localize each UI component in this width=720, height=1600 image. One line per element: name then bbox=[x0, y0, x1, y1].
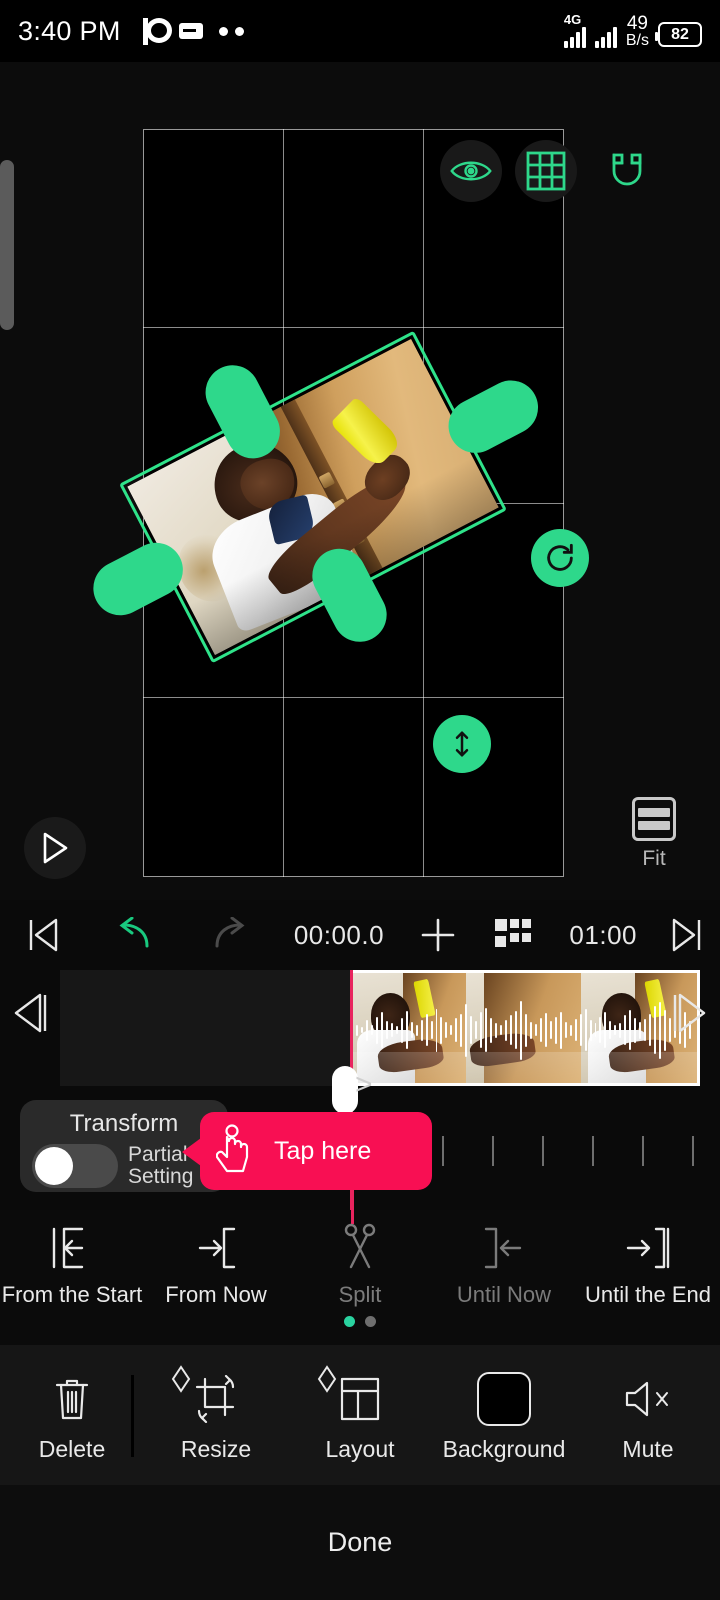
audio-waveform bbox=[350, 999, 697, 1061]
video-preview-area[interactable]: Fit bbox=[0, 62, 720, 900]
layout-button[interactable]: Layout bbox=[288, 1364, 432, 1463]
status-time: 3:40 PM bbox=[18, 15, 121, 46]
split-button[interactable]: Split bbox=[288, 1222, 432, 1308]
magnet-icon[interactable] bbox=[596, 140, 658, 202]
redo-button[interactable] bbox=[182, 917, 278, 953]
done-bar[interactable]: Done bbox=[0, 1485, 720, 1600]
page-indicator bbox=[0, 1316, 720, 1327]
transform-title: Transform bbox=[69, 1110, 179, 1137]
mute-button[interactable]: Mute bbox=[576, 1368, 720, 1463]
grid-view-button[interactable] bbox=[475, 919, 554, 951]
page-dot-2 bbox=[365, 1316, 376, 1327]
crop-rotate-icon bbox=[144, 1364, 288, 1430]
resize-button[interactable]: Resize bbox=[144, 1364, 288, 1463]
timeline-prev-button[interactable] bbox=[6, 990, 50, 1041]
eye-icon[interactable] bbox=[440, 140, 502, 202]
status-bar: 3:40 PM 4G 49 B/s 82 bbox=[0, 0, 720, 62]
background-button[interactable]: Background bbox=[432, 1368, 576, 1463]
selected-clip[interactable] bbox=[350, 970, 700, 1086]
undo-button[interactable] bbox=[86, 917, 182, 953]
current-time: 00:00.0 bbox=[293, 919, 385, 950]
rotate-handle[interactable] bbox=[531, 529, 589, 587]
vertical-scrollbar[interactable] bbox=[0, 160, 14, 330]
scissors-icon bbox=[288, 1222, 432, 1274]
message-icon bbox=[178, 23, 203, 39]
fit-icon bbox=[632, 797, 676, 841]
trim-from-the-start-button[interactable]: From the Start bbox=[0, 1222, 144, 1308]
battery-level: 82 bbox=[671, 25, 689, 43]
add-button[interactable] bbox=[400, 916, 475, 954]
status-right-icons: 4G 49 B/s 82 bbox=[563, 12, 702, 49]
page-dot-1 bbox=[344, 1316, 355, 1327]
pandora-icon bbox=[142, 17, 172, 45]
tooltip-stem bbox=[351, 1190, 354, 1224]
timeline-toolbar: 00:00.0 01:00 bbox=[0, 900, 720, 970]
keyframe-diamond-icon-2 bbox=[316, 1364, 338, 1399]
until-now-button[interactable]: Until Now bbox=[432, 1222, 576, 1308]
trash-icon bbox=[0, 1368, 144, 1430]
tap-hand-icon bbox=[215, 1123, 256, 1180]
fit-label: Fit bbox=[642, 847, 666, 870]
tooltip-text: Tap here bbox=[274, 1136, 372, 1165]
grid-icon[interactable] bbox=[515, 140, 577, 202]
status-notification-icons bbox=[142, 17, 244, 45]
network-type-label: 4G bbox=[563, 12, 582, 27]
more-dots-icon bbox=[218, 26, 244, 36]
tap-here-tooltip[interactable]: Tap here bbox=[182, 1112, 432, 1190]
trim-from-now-icon bbox=[144, 1222, 288, 1274]
flip-handle[interactable] bbox=[433, 715, 491, 773]
next-frame-button[interactable] bbox=[653, 917, 720, 953]
trim-until-end-icon bbox=[576, 1222, 720, 1274]
network-speed: 49 B/s bbox=[625, 13, 649, 49]
layout-icon bbox=[288, 1364, 432, 1430]
timeline-next-button[interactable] bbox=[670, 990, 714, 1041]
trim-from-start-icon bbox=[0, 1222, 144, 1274]
battery-icon: 82 bbox=[655, 22, 702, 47]
until-the-end-button[interactable]: Until the End bbox=[576, 1222, 720, 1308]
prev-frame-button[interactable] bbox=[0, 917, 86, 953]
signal-icon-2 bbox=[594, 26, 617, 48]
background-icon bbox=[432, 1368, 576, 1430]
total-time: 01:00 bbox=[569, 919, 637, 950]
trim-from-now-button[interactable]: From Now bbox=[144, 1222, 288, 1308]
bottom-toolbar: Delete Resize Layout Background Mute bbox=[0, 1345, 720, 1485]
keyframe-diamond-icon bbox=[170, 1364, 192, 1399]
signal-4g-icon: 4G bbox=[563, 12, 586, 48]
preview-overlay-tools bbox=[0, 134, 720, 204]
fit-button[interactable]: Fit bbox=[618, 797, 690, 871]
partial-setting-toggle[interactable] bbox=[32, 1144, 118, 1189]
trim-until-now-icon bbox=[432, 1222, 576, 1274]
delete-button[interactable]: Delete bbox=[0, 1368, 144, 1463]
done-button[interactable]: Done bbox=[328, 1527, 393, 1558]
video-editor-screen: 3:40 PM 4G 49 B/s 82 Fit 00:00.0 01:00 >… bbox=[0, 0, 720, 1600]
mute-icon bbox=[576, 1368, 720, 1430]
expand-chevron-icon[interactable]: > bbox=[355, 1070, 373, 1100]
play-button[interactable] bbox=[24, 817, 86, 879]
